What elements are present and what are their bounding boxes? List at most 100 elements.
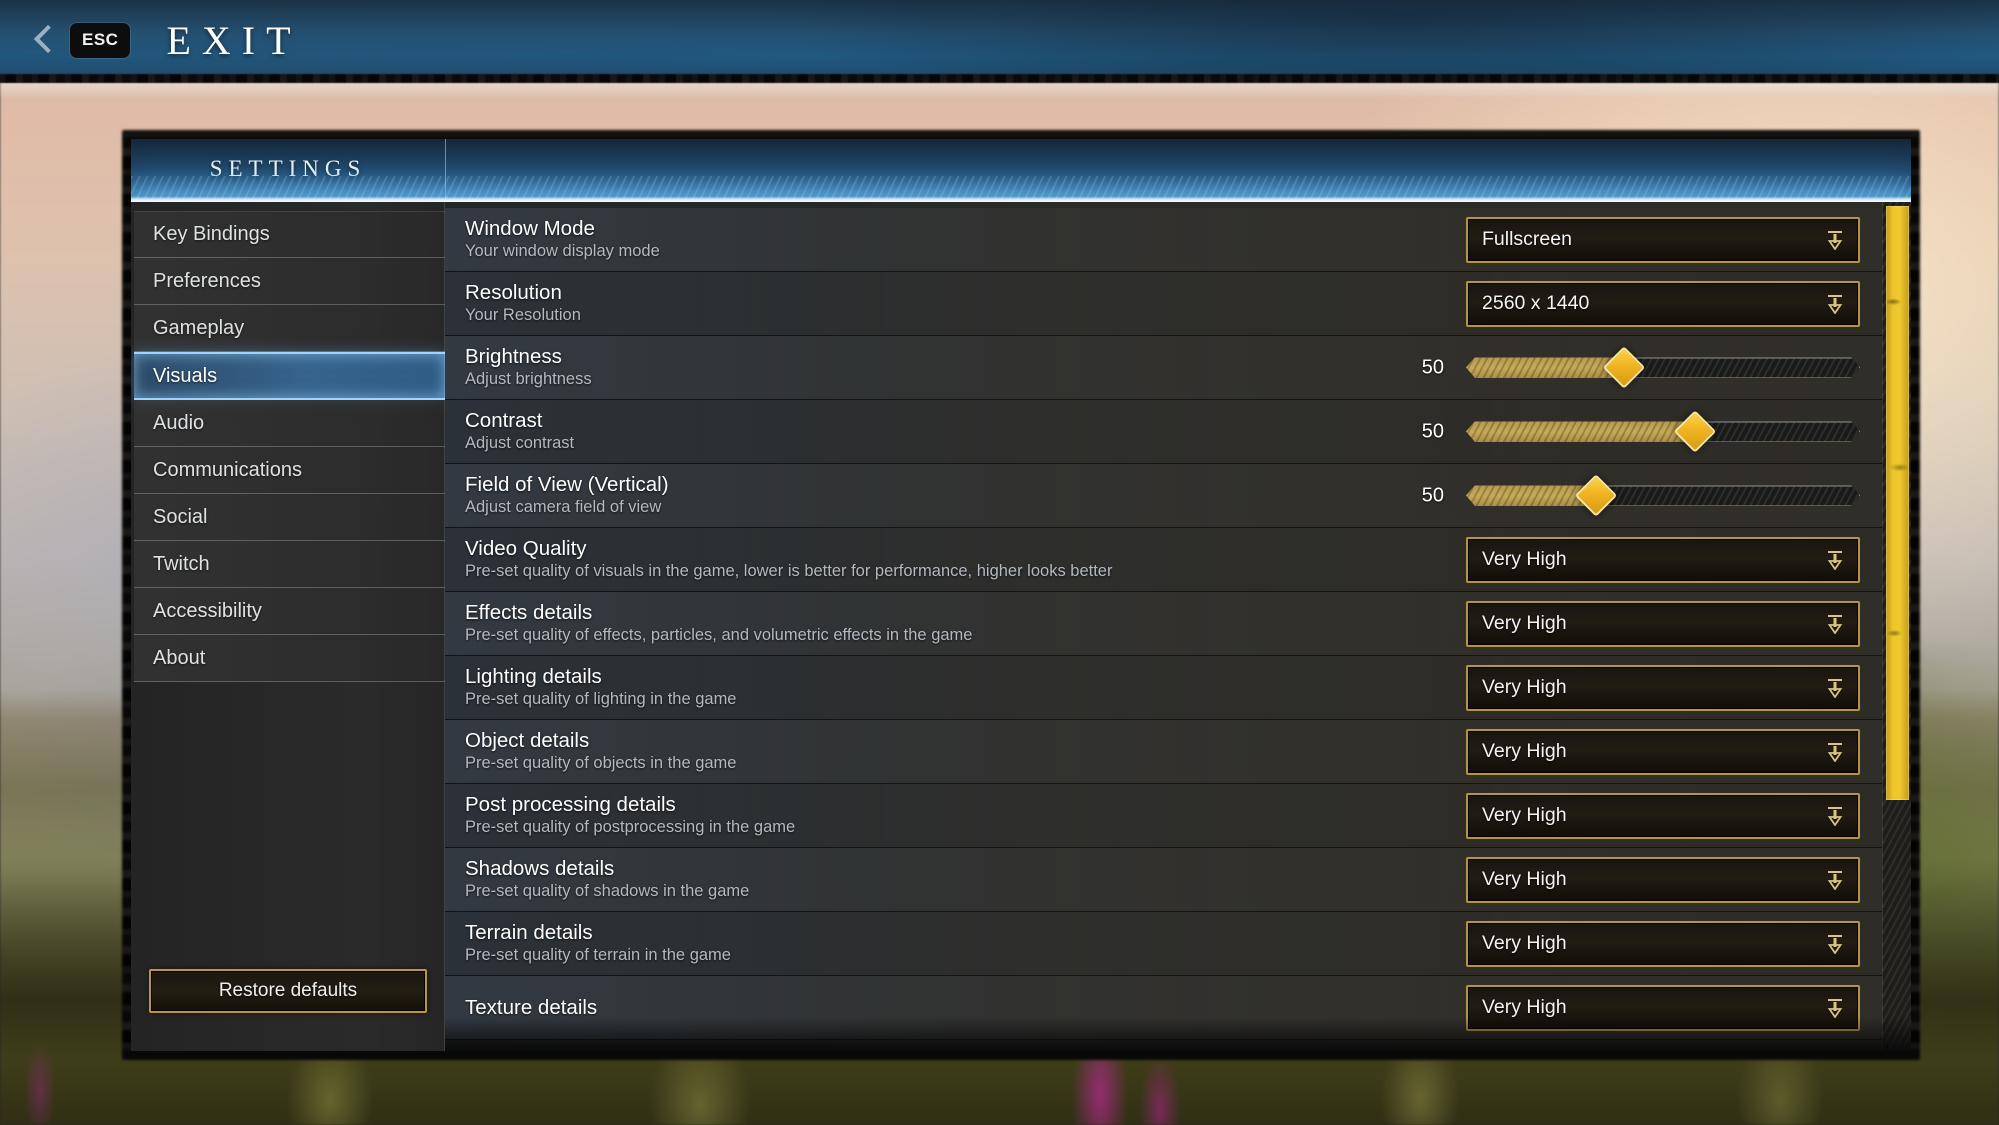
settings-row: Brightness Adjust brightness 50 <box>445 336 1882 400</box>
slider-handle[interactable] <box>1602 346 1645 389</box>
slider-field-of-view-vertical-[interactable] <box>1466 474 1860 517</box>
dropdown-effects-details[interactable]: Very High <box>1466 600 1860 647</box>
settings-row: Object details Pre-set quality of objects… <box>445 720 1882 784</box>
sidebar-item-gameplay[interactable]: Gameplay <box>134 305 445 352</box>
settings-row-control: Very High <box>1466 920 1860 967</box>
sidebar-item-visuals[interactable]: Visuals <box>134 352 445 400</box>
dropdown-object-details[interactable]: Very High <box>1466 728 1860 775</box>
chevron-down-icon <box>1826 870 1844 890</box>
settings-row-control: 50 <box>1398 346 1860 389</box>
settings-row-title: Resolution <box>465 281 562 304</box>
slider-contrast[interactable] <box>1466 410 1860 453</box>
settings-row-description: Adjust brightness <box>465 370 592 388</box>
sidebar: Key Bindings Preferences Gameplay Visuals Au… <box>131 202 445 1051</box>
dropdown-window-mode[interactable]: Fullscreen <box>1466 216 1860 263</box>
dropdown-value: Fullscreen <box>1482 228 1572 250</box>
sidebar-item-label: Visuals <box>153 364 218 387</box>
settings-row-control: Very High <box>1466 728 1860 775</box>
exit-label[interactable]: EXIT <box>166 17 301 64</box>
scrollbar-thumb[interactable] <box>1886 206 1909 801</box>
settings-row: Lighting details Pre-set quality of light… <box>445 656 1882 720</box>
slider-group: 50 <box>1398 410 1860 453</box>
sidebar-item-accessibility[interactable]: Accessibility <box>134 588 445 635</box>
dropdown-value: Very High <box>1482 868 1567 890</box>
settings-row-description: Pre-set quality of shadows in the game <box>465 882 750 900</box>
slider-fill <box>1466 421 1695 442</box>
settings-row-description: Pre-set quality of postprocessing in the… <box>465 818 796 836</box>
settings-row: Video Quality Pre-set quality of visuals … <box>445 528 1882 592</box>
sidebar-item-social[interactable]: Social <box>134 494 445 541</box>
slider-brightness[interactable] <box>1466 346 1860 389</box>
dropdown-shadows-details[interactable]: Very High <box>1466 856 1860 903</box>
settings-row: Contrast Adjust contrast 50 <box>445 400 1882 464</box>
sidebar-item-label: Accessibility <box>153 599 262 622</box>
chevron-down-icon <box>1826 806 1844 826</box>
chevron-down-icon <box>1826 934 1844 954</box>
chevron-down-icon <box>1826 742 1844 762</box>
sidebar-item-preferences[interactable]: Preferences <box>134 258 445 305</box>
sidebar-nav-list: Key Bindings Preferences Gameplay Visuals Au… <box>131 211 445 682</box>
settings-row-control: 50 <box>1398 410 1860 453</box>
dropdown-terrain-details[interactable]: Very High <box>1466 920 1860 967</box>
settings-row-list: Window Mode Your window display mode Fulls… <box>445 202 1882 1051</box>
dropdown-value: 2560 x 1440 <box>1482 292 1590 314</box>
settings-row-title: Terrain details <box>465 921 593 944</box>
chevron-down-icon <box>1826 678 1844 698</box>
settings-row-text: Window Mode Your window display mode <box>465 217 660 262</box>
dropdown-value: Very High <box>1482 676 1567 698</box>
esc-key-badge[interactable]: ESC <box>70 22 131 58</box>
sidebar-item-key-bindings[interactable]: Key Bindings <box>134 211 445 258</box>
sidebar-item-communications[interactable]: Communications <box>134 447 445 494</box>
content-scrollbar[interactable] <box>1882 202 1911 1051</box>
chevron-down-icon <box>1826 614 1844 634</box>
dropdown-texture-details[interactable]: Very High <box>1466 984 1860 1031</box>
slider-group: 50 <box>1398 346 1860 389</box>
settings-row-text: Object details Pre-set quality of objects… <box>465 729 736 774</box>
settings-row-text: Resolution Your Resolution <box>465 281 581 326</box>
sidebar-item-label: Key Bindings <box>153 223 270 245</box>
settings-row-title: Texture details <box>465 995 598 1019</box>
settings-row-control: Very High <box>1466 792 1860 839</box>
slider-group: 50 <box>1398 474 1860 517</box>
settings-row-title: Window Mode <box>465 217 595 240</box>
settings-row-description: Pre-set quality of lighting in the game <box>465 690 737 708</box>
settings-row-control: Very High <box>1466 536 1860 583</box>
sidebar-item-twitch[interactable]: Twitch <box>134 541 445 588</box>
settings-row: Window Mode Your window display mode Fulls… <box>445 208 1882 272</box>
settings-content: Window Mode Your window display mode Fulls… <box>445 202 1911 1051</box>
slider-handle[interactable] <box>1574 474 1618 517</box>
settings-row: Shadows details Pre-set quality of shadow… <box>445 848 1882 912</box>
settings-row-title: Contrast <box>465 409 543 432</box>
dropdown-value: Very High <box>1482 804 1567 826</box>
page-title: SETTINGS <box>209 156 367 181</box>
settings-row-text: Contrast Adjust contrast <box>465 409 574 454</box>
sidebar-item-audio[interactable]: Audio <box>134 400 445 447</box>
panel-header: SETTINGS <box>131 139 1911 202</box>
settings-row: Field of View (Vertical) Adjust camera fi… <box>445 464 1882 528</box>
settings-row-description: Pre-set quality of visuals in the game, … <box>465 562 1113 580</box>
settings-row-title: Brightness <box>465 345 562 368</box>
settings-row-control: 50 <box>1398 474 1860 517</box>
dropdown-resolution[interactable]: 2560 x 1440 <box>1466 280 1860 327</box>
settings-row-title: Video Quality <box>465 537 587 560</box>
chevron-down-icon <box>1826 230 1844 250</box>
dropdown-post-processing-details[interactable]: Very High <box>1466 792 1860 839</box>
chevron-down-icon <box>1826 294 1844 314</box>
settings-row-text: Field of View (Vertical) Adjust camera fi… <box>465 473 669 518</box>
dropdown-lighting-details[interactable]: Very High <box>1466 664 1860 711</box>
chevron-left-icon[interactable] <box>32 23 54 57</box>
sidebar-item-about[interactable]: About <box>134 635 445 682</box>
settings-row-description: Pre-set quality of effects, particles, a… <box>465 626 973 644</box>
settings-row-description: Adjust contrast <box>465 434 575 452</box>
dropdown-video-quality[interactable]: Very High <box>1466 536 1860 583</box>
settings-row-text: Shadows details Pre-set quality of shadow… <box>465 857 749 902</box>
slider-fill <box>1466 357 1624 378</box>
settings-row-title: Field of View (Vertical) <box>465 473 669 496</box>
settings-row-control: Very High <box>1466 664 1860 711</box>
restore-defaults-button[interactable]: Restore defaults <box>149 969 427 1013</box>
slider-value: 50 <box>1421 484 1444 506</box>
game-settings-screen: ESC EXIT SETTINGS Key Bindings Preference… <box>0 0 1999 1125</box>
sidebar-item-label: Gameplay <box>153 316 245 339</box>
settings-panel: SETTINGS Key Bindings Preferences Gameplay… <box>122 130 1920 1060</box>
slider-handle[interactable] <box>1673 410 1716 453</box>
